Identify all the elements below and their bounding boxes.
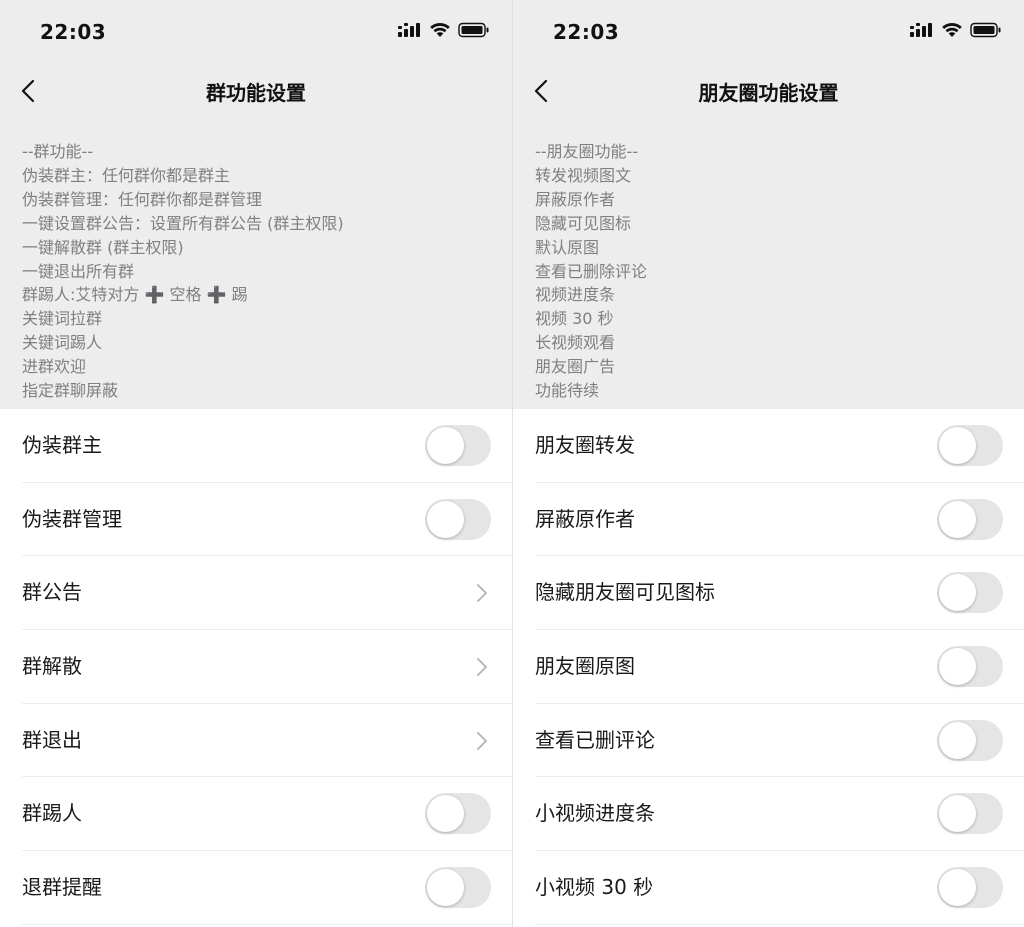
page-title: 朋友圈功能设置 bbox=[698, 81, 839, 105]
description-line: 指定群聊屏蔽 bbox=[22, 381, 119, 401]
toggle-knob bbox=[939, 574, 976, 612]
toggle-knob bbox=[427, 869, 464, 907]
status-bar: 22:03 bbox=[513, 0, 1024, 62]
feature-description: --朋友圈功能-- 转发视频图文 屏蔽原作者 隐藏可见图标 默认原图 查看已删除… bbox=[535, 140, 1005, 403]
toggle-knob bbox=[939, 648, 976, 686]
description-line: 视频进度条 bbox=[535, 285, 616, 305]
setting-label: 群公告 bbox=[22, 580, 82, 605]
wifi-icon bbox=[429, 22, 451, 42]
status-time: 22:03 bbox=[40, 20, 107, 44]
description-line: 隐藏可见图标 bbox=[535, 213, 632, 233]
moments-original-image-toggle[interactable] bbox=[937, 646, 1003, 688]
setting-row-block-original-author: 屏蔽原作者 bbox=[513, 483, 1024, 557]
description-line: 屏蔽原作者 bbox=[535, 189, 616, 209]
hide-visibility-icon-toggle[interactable] bbox=[937, 572, 1003, 614]
settings-list: 伪装群主 伪装群管理 群公告 群解散 群退出 群踢人 退群提醒 bbox=[0, 409, 512, 927]
description-line: 朋友圈广告 bbox=[535, 357, 616, 377]
setting-row-group-announcement[interactable]: 群公告 bbox=[0, 556, 512, 631]
status-time: 22:03 bbox=[553, 20, 620, 44]
setting-label: 朋友圈原图 bbox=[535, 654, 635, 679]
description-line: 关键词踢人 bbox=[22, 333, 103, 353]
nav-bar: 群功能设置 bbox=[0, 62, 512, 120]
setting-row-group-exit[interactable]: 群退出 bbox=[0, 704, 512, 778]
description-line: 关键词拉群 bbox=[22, 309, 103, 329]
description-line: 一键解散群 (群主权限) bbox=[22, 237, 184, 257]
feature-description: --群功能-- 伪装群主：任何群你都是群主 伪装群管理：任何群你都是群管理 一键… bbox=[22, 140, 492, 403]
setting-label: 隐藏朋友圈可见图标 bbox=[535, 580, 715, 605]
setting-label: 群踢人 bbox=[22, 801, 82, 826]
setting-row-fake-group-owner: 伪装群主 bbox=[0, 409, 512, 483]
setting-row-group-kick: 群踢人 bbox=[0, 777, 512, 852]
description-line: --群功能-- bbox=[22, 142, 94, 161]
description-line: 群踢人:艾特对方 ➕ 空格 ➕ 踢 bbox=[22, 285, 248, 305]
battery-icon bbox=[970, 22, 1002, 42]
battery-icon bbox=[458, 22, 490, 42]
moments-forward-toggle[interactable] bbox=[937, 425, 1003, 466]
cellular-signal-icon bbox=[398, 22, 422, 42]
block-original-author-toggle[interactable] bbox=[937, 498, 1003, 540]
toggle-knob bbox=[939, 869, 976, 907]
video-30-seconds-toggle[interactable] bbox=[937, 867, 1003, 909]
setting-row-group-dissolve[interactable]: 群解散 bbox=[0, 630, 512, 704]
cellular-signal-icon bbox=[910, 22, 934, 42]
exit-reminder-toggle[interactable] bbox=[425, 867, 491, 909]
row-divider bbox=[22, 923, 512, 925]
description-line: 一键设置群公告：设置所有群公告 (群主权限) bbox=[22, 213, 344, 233]
chevron-right-icon bbox=[476, 731, 488, 751]
setting-row-exit-reminder: 退群提醒 bbox=[0, 851, 512, 925]
fake-group-admin-toggle[interactable] bbox=[425, 498, 491, 540]
left-screen: 22:03 群功能设置 --群功能-- 伪装群主：任何群你都是群主 伪装群管理：… bbox=[0, 0, 512, 927]
chevron-right-icon bbox=[476, 583, 488, 603]
video-progress-bar-toggle[interactable] bbox=[937, 793, 1003, 835]
group-kick-toggle[interactable] bbox=[425, 793, 491, 835]
setting-row-view-deleted-comments: 查看已删评论 bbox=[513, 704, 1024, 778]
description-line: --朋友圈功能-- bbox=[535, 142, 639, 161]
toggle-knob bbox=[427, 427, 464, 464]
setting-row-hide-visibility-icon: 隐藏朋友圈可见图标 bbox=[513, 556, 1024, 631]
setting-row-video-30-seconds: 小视频 30 秒 bbox=[513, 851, 1024, 925]
setting-row-moments-original-image: 朋友圈原图 bbox=[513, 630, 1024, 704]
description-line: 一键退出所有群 bbox=[22, 261, 135, 281]
status-icons bbox=[398, 22, 490, 42]
description-line: 长视频观看 bbox=[535, 333, 616, 353]
setting-label: 群解散 bbox=[22, 654, 82, 679]
row-divider bbox=[535, 923, 1024, 925]
description-line: 视频 30 秒 bbox=[535, 309, 614, 329]
toggle-knob bbox=[939, 795, 976, 833]
status-icons bbox=[910, 22, 1002, 42]
setting-label: 小视频进度条 bbox=[535, 801, 655, 826]
toggle-knob bbox=[939, 427, 976, 464]
status-bar: 22:03 bbox=[0, 0, 512, 62]
fake-group-owner-toggle[interactable] bbox=[425, 425, 491, 466]
description-line: 伪装群主：任何群你都是群主 bbox=[22, 165, 231, 185]
view-deleted-comments-toggle[interactable] bbox=[937, 719, 1003, 761]
setting-row-moments-forward: 朋友圈转发 bbox=[513, 409, 1024, 483]
setting-row-video-progress-bar: 小视频进度条 bbox=[513, 777, 1024, 852]
description-line: 默认原图 bbox=[535, 237, 600, 257]
toggle-knob bbox=[939, 500, 976, 538]
description-line: 进群欢迎 bbox=[22, 357, 87, 377]
setting-label: 小视频 30 秒 bbox=[535, 875, 654, 900]
setting-label: 查看已删评论 bbox=[535, 727, 655, 752]
setting-label: 群退出 bbox=[22, 727, 82, 752]
description-line: 伪装群管理：任何群你都是群管理 bbox=[22, 189, 263, 209]
nav-bar: 朋友圈功能设置 bbox=[513, 62, 1024, 120]
description-line: 查看已删除评论 bbox=[535, 261, 648, 281]
setting-label: 朋友圈转发 bbox=[535, 433, 635, 457]
description-line: 转发视频图文 bbox=[535, 165, 632, 185]
page-title: 群功能设置 bbox=[206, 81, 306, 105]
toggle-knob bbox=[427, 500, 464, 538]
setting-label: 伪装群管理 bbox=[22, 506, 122, 531]
chevron-right-icon bbox=[476, 657, 488, 677]
setting-row-fake-group-admin: 伪装群管理 bbox=[0, 483, 512, 557]
setting-label: 伪装群主 bbox=[22, 433, 102, 457]
toggle-knob bbox=[427, 795, 464, 833]
setting-label: 屏蔽原作者 bbox=[535, 506, 635, 531]
toggle-knob bbox=[939, 721, 976, 759]
description-line: 功能待续 bbox=[535, 381, 600, 401]
settings-list: 朋友圈转发 屏蔽原作者 隐藏朋友圈可见图标 朋友圈原图 查看已删评论 小视频进度… bbox=[513, 409, 1024, 927]
setting-label: 退群提醒 bbox=[22, 875, 102, 900]
wifi-icon bbox=[941, 22, 963, 42]
right-screen: 22:03 朋友圈功能设置 --朋友圈功能-- 转发视频图文 屏蔽原作者 隐藏可… bbox=[512, 0, 1024, 927]
